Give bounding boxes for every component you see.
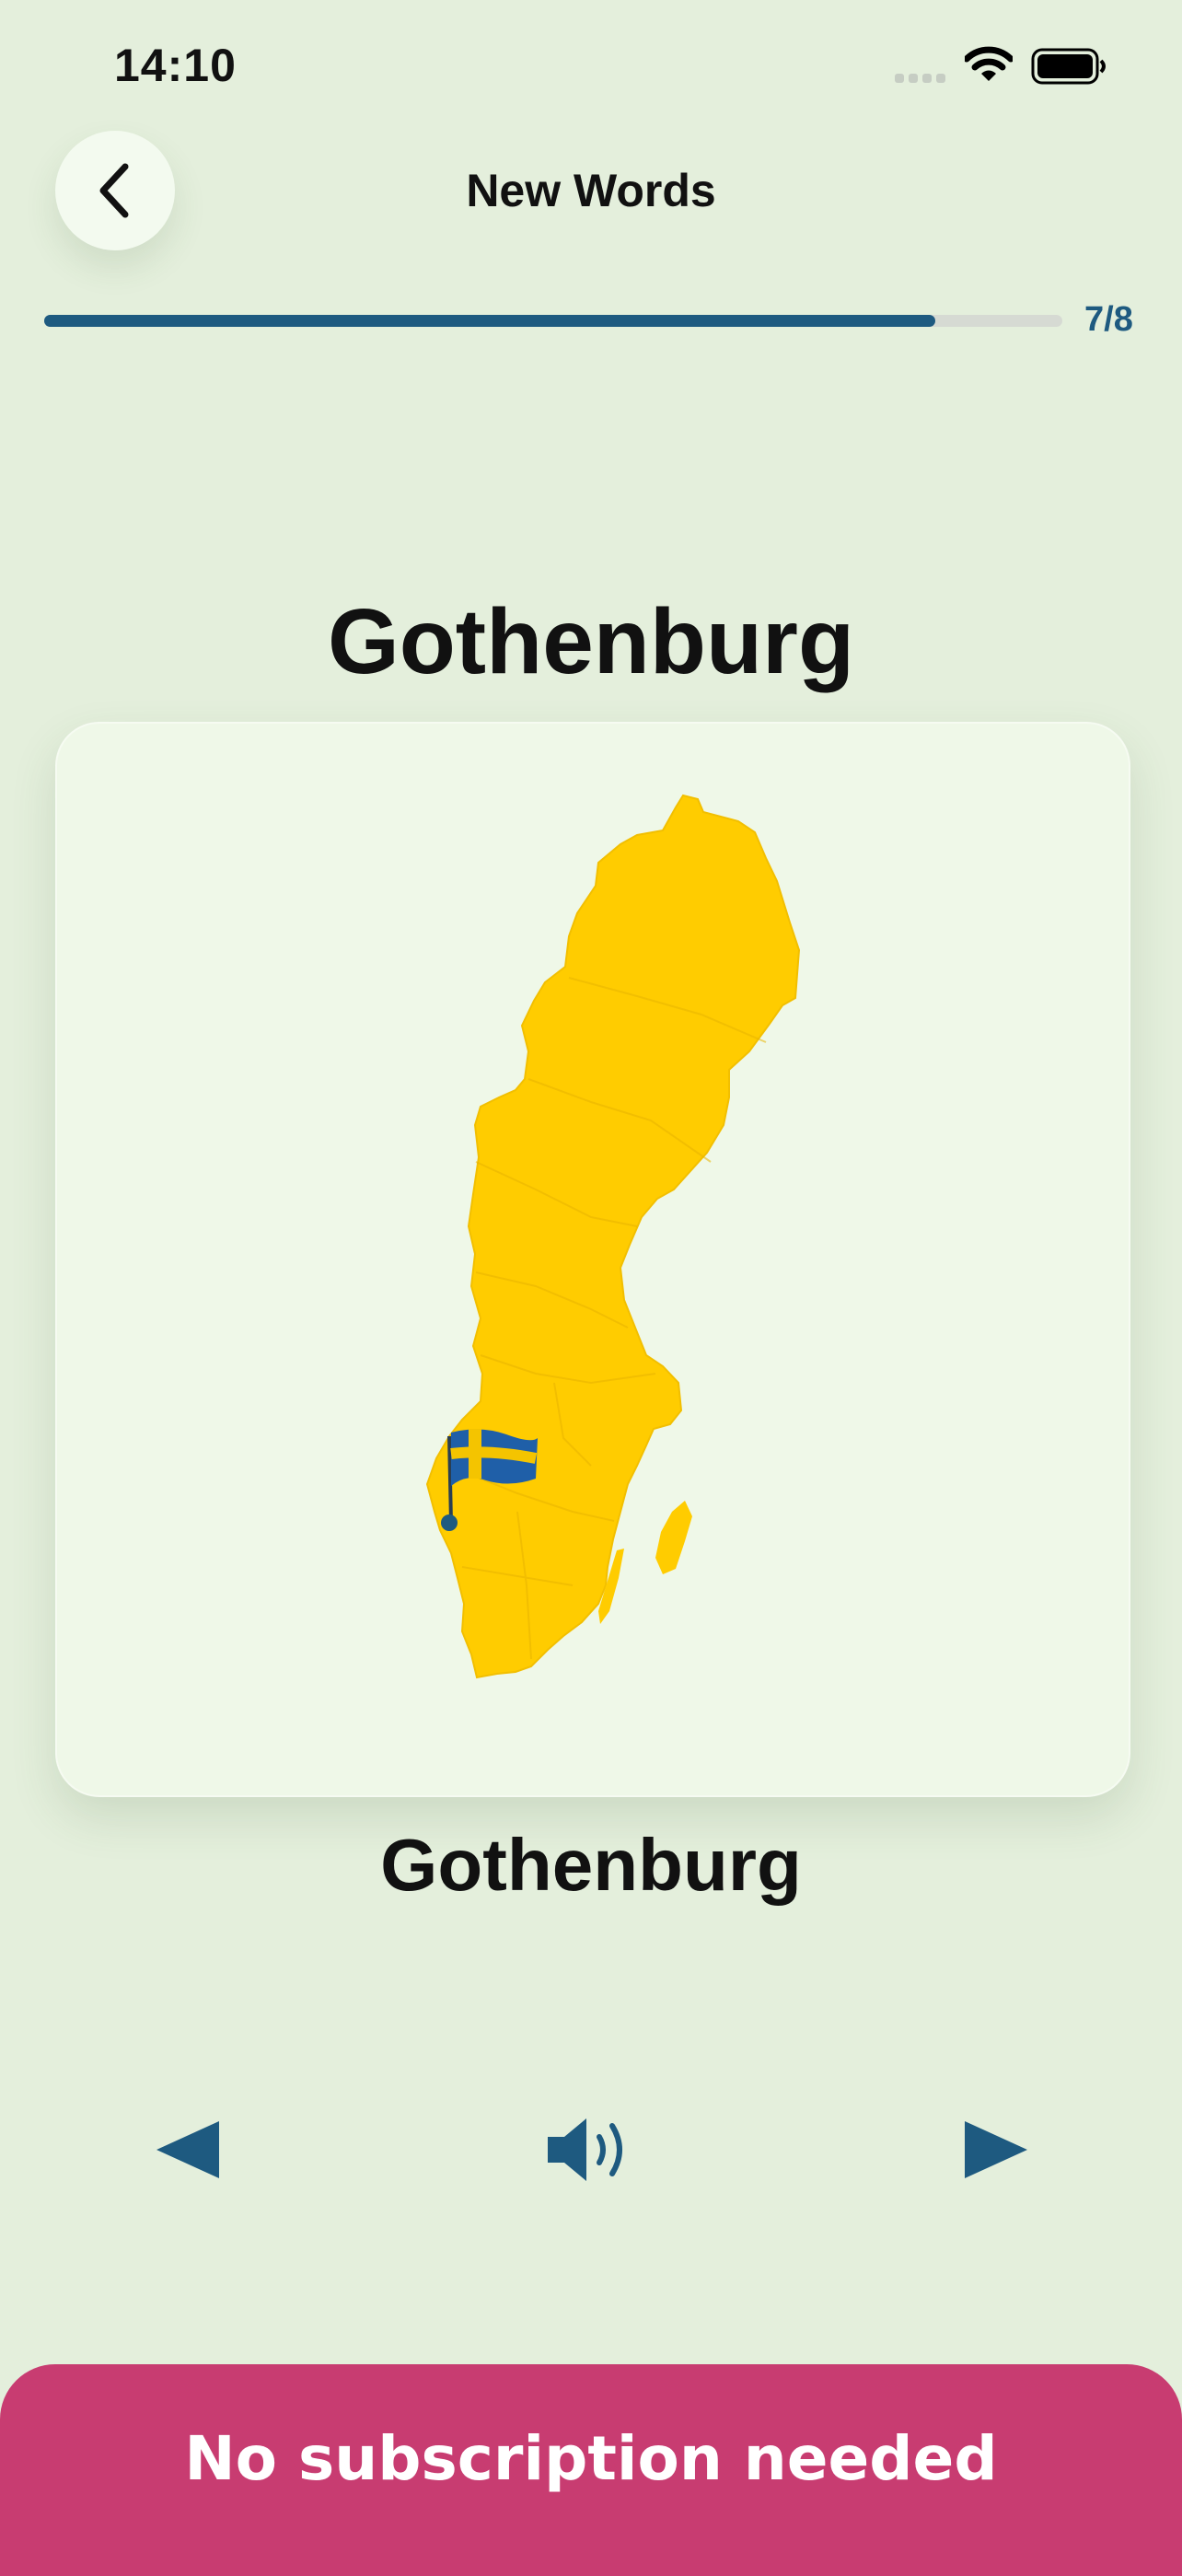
status-bar: 14:10 [0, 0, 1182, 129]
progress-count: 7/8 [1084, 300, 1133, 339]
sweden-map [425, 794, 801, 1679]
battery-icon [1031, 48, 1106, 85]
wifi-icon [965, 46, 1013, 81]
word-caption: Gothenburg [380, 1824, 802, 1906]
signal-icon [895, 74, 950, 85]
previous-button[interactable] [142, 2108, 234, 2191]
location-marker [441, 1514, 458, 1531]
triangle-left-icon [156, 2121, 219, 2178]
status-time: 14:10 [114, 40, 237, 91]
subscription-banner-label: No subscription needed [184, 2423, 998, 2494]
audio-button[interactable] [539, 2108, 641, 2191]
word-title: Gothenburg [327, 590, 855, 693]
next-button[interactable] [950, 2108, 1042, 2191]
triangle-right-icon [965, 2121, 1027, 2178]
progress-fill [44, 315, 935, 327]
sweden-map-shape [425, 794, 801, 1679]
map-card [55, 722, 1130, 1797]
page-title: New Words [466, 165, 716, 216]
gotland-island [655, 1501, 692, 1574]
progress-bar [44, 315, 1062, 327]
speaker-icon [548, 2118, 622, 2181]
